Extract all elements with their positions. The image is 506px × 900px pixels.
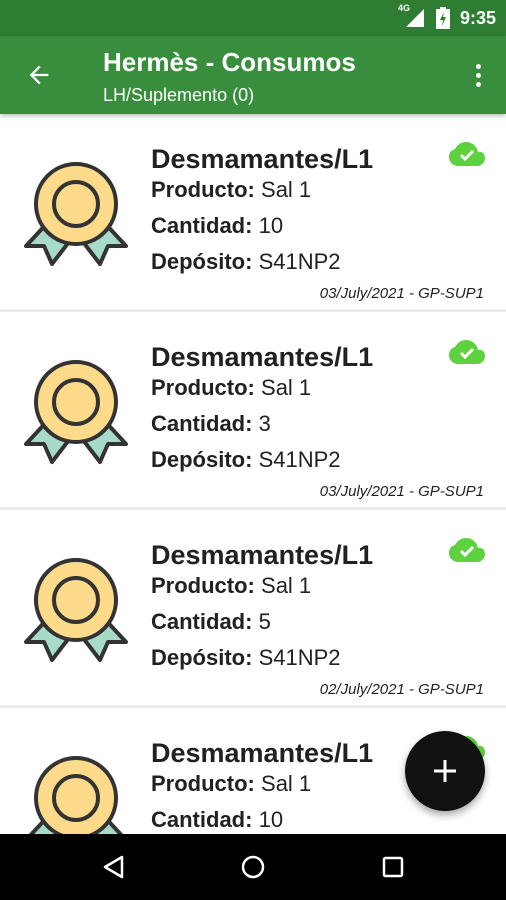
award-medal-icon (28, 756, 124, 834)
triangle-back-icon (103, 855, 124, 879)
item-cantidad: Cantidad: 10 (151, 807, 284, 832)
cloud-done-icon (449, 340, 485, 364)
award-medal-icon (24, 558, 128, 662)
square-recents-icon (382, 856, 404, 878)
navigation-bar (0, 834, 506, 900)
award-medal-icon (24, 162, 128, 266)
app-title: Hermès - Consumos (103, 47, 356, 77)
item-producto: Producto: Sal 1 (151, 177, 312, 202)
consumption-list: Desmamantes/L1 Producto: Sal 1 Cantidad:… (0, 114, 506, 834)
back-button[interactable] (22, 58, 56, 92)
nav-home-button[interactable] (233, 847, 273, 887)
more-options-button[interactable] (468, 60, 488, 90)
item-footer: 02/July/2021 - GP-SUP1 (319, 681, 484, 698)
item-footer: 03/July/2021 - GP-SUP1 (319, 483, 484, 500)
list-item[interactable]: Desmamantes/L1 Producto: Sal 1 Cantidad:… (0, 510, 506, 705)
cloud-done-icon (449, 142, 485, 166)
item-deposito: Depósito: S41NP2 (151, 645, 341, 670)
more-vert-icon (475, 63, 481, 69)
status-bar: 4G 9:35 (0, 0, 506, 36)
list-item[interactable]: Desmamantes/L1 Producto: Sal 1 Cantidad:… (0, 312, 506, 507)
item-deposito: Depósito: S41NP2 (151, 249, 341, 274)
network-type: 4G (397, 3, 410, 13)
app-bar: Hermès - Consumos LH/Suplemento (0) (0, 36, 506, 114)
item-producto: Producto: Sal 1 (151, 375, 312, 400)
item-deposito: Depósito: S41NP2 (151, 447, 341, 472)
item-title: Desmamantes/L1 (151, 738, 374, 768)
arrow-back-icon (29, 65, 49, 85)
nav-recents-button[interactable] (373, 847, 413, 887)
app-subtitle: LH/Suplemento (0) (103, 85, 255, 105)
item-producto: Producto: Sal 1 (151, 771, 312, 796)
item-title: Desmamantes/L1 (151, 144, 374, 174)
add-button[interactable] (405, 731, 485, 811)
circle-home-icon (241, 855, 265, 879)
award-medal-icon (24, 360, 128, 464)
item-footer: 03/July/2021 - GP-SUP1 (319, 285, 484, 302)
cloud-done-icon (449, 538, 485, 562)
item-producto: Producto: Sal 1 (151, 573, 312, 598)
item-cantidad: Cantidad: 5 (151, 609, 271, 634)
item-title: Desmamantes/L1 (151, 342, 374, 372)
signal-icon: 4G (398, 3, 426, 29)
list-item[interactable]: Desmamantes/L1 Producto: Sal 1 Cantidad:… (0, 114, 506, 309)
item-cantidad: Cantidad: 10 (151, 213, 284, 238)
plus-icon (434, 760, 456, 782)
status-time: 9:35 (459, 7, 496, 28)
battery-icon (435, 7, 450, 29)
nav-back-button[interactable] (94, 847, 134, 887)
item-title: Desmamantes/L1 (151, 540, 374, 570)
item-cantidad: Cantidad: 3 (151, 411, 271, 436)
